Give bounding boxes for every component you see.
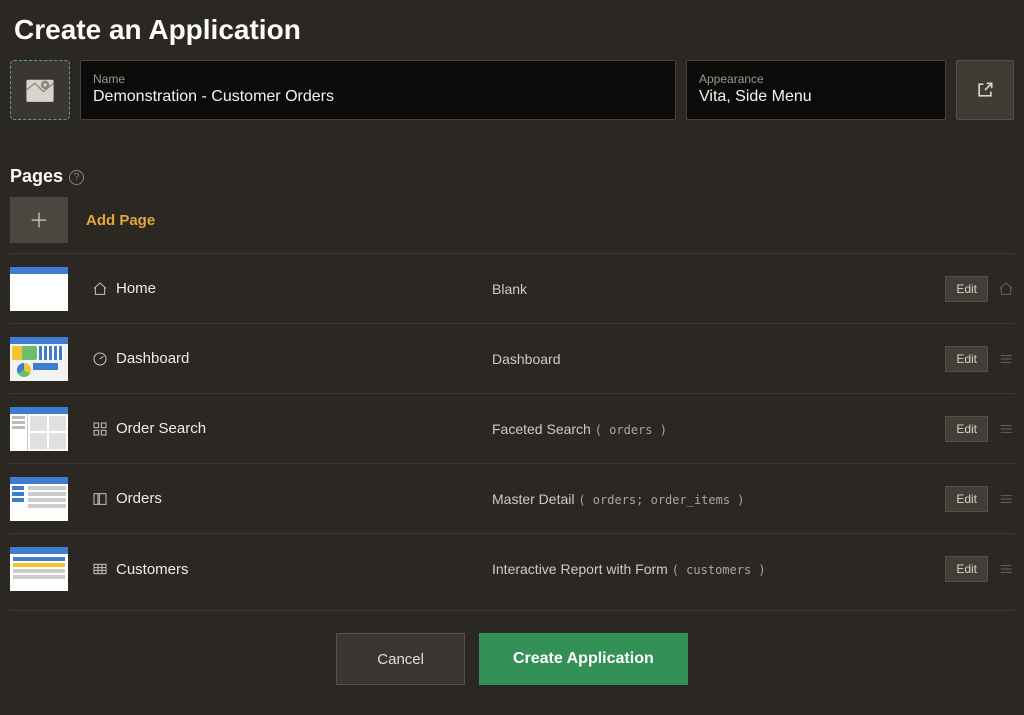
map-marker-icon (23, 73, 57, 107)
drag-handle-icon[interactable] (998, 421, 1014, 437)
page-row: Home BlankEdit (10, 254, 1014, 324)
table-icon (92, 561, 108, 577)
edit-page-button[interactable]: Edit (945, 276, 988, 302)
home-icon (92, 281, 108, 297)
cancel-button[interactable]: Cancel (336, 633, 465, 685)
page-type: Master Detail ( orders; order_items ) (492, 491, 945, 507)
page-type: Faceted Search ( orders ) (492, 421, 945, 437)
columns-icon (92, 491, 108, 507)
pages-help-icon[interactable]: ? (69, 170, 84, 185)
plus-icon (28, 209, 50, 231)
drag-handle-icon[interactable] (998, 351, 1014, 367)
appearance-expand-button[interactable] (956, 60, 1014, 120)
gauge-icon (92, 351, 108, 367)
page-name: Orders (116, 490, 162, 507)
name-field-label: Name (93, 72, 663, 86)
page-title: Create an Application (14, 14, 1014, 46)
edit-page-button[interactable]: Edit (945, 346, 988, 372)
appearance-field-label: Appearance (699, 72, 933, 86)
name-field-container[interactable]: Name (80, 60, 676, 120)
pages-heading: Pages (10, 166, 63, 187)
page-name: Customers (116, 561, 189, 578)
page-type: Dashboard (492, 351, 945, 367)
page-type: Blank (492, 281, 945, 297)
edit-page-button[interactable]: Edit (945, 556, 988, 582)
page-row: DashboardDashboardEdit (10, 324, 1014, 394)
add-page-button[interactable] (10, 197, 68, 243)
grid-icon (92, 421, 108, 437)
edit-page-button[interactable]: Edit (945, 486, 988, 512)
page-name: Order Search (116, 420, 206, 437)
name-input[interactable] (93, 88, 663, 106)
page-row: Customers Interactive Report with Form ( … (10, 534, 1014, 604)
drag-handle-icon[interactable] (998, 561, 1014, 577)
appearance-value: Vita, Side Menu (699, 88, 933, 106)
appearance-field-container[interactable]: Appearance Vita, Side Menu (686, 60, 946, 120)
page-row: Order Search Faceted Search ( orders )Edi… (10, 394, 1014, 464)
add-page-label[interactable]: Add Page (86, 212, 155, 229)
drag-handle-icon[interactable] (998, 491, 1014, 507)
page-name: Home (116, 280, 156, 297)
edit-page-button[interactable]: Edit (945, 416, 988, 442)
page-row: Orders Master Detail ( orders; order_item… (10, 464, 1014, 534)
popout-icon (975, 80, 995, 100)
create-application-button[interactable]: Create Application (479, 633, 688, 685)
app-icon-selector[interactable] (10, 60, 70, 120)
page-name: Dashboard (116, 350, 189, 367)
page-type: Interactive Report with Form ( customers… (492, 561, 945, 577)
home-indicator-icon (998, 281, 1014, 297)
